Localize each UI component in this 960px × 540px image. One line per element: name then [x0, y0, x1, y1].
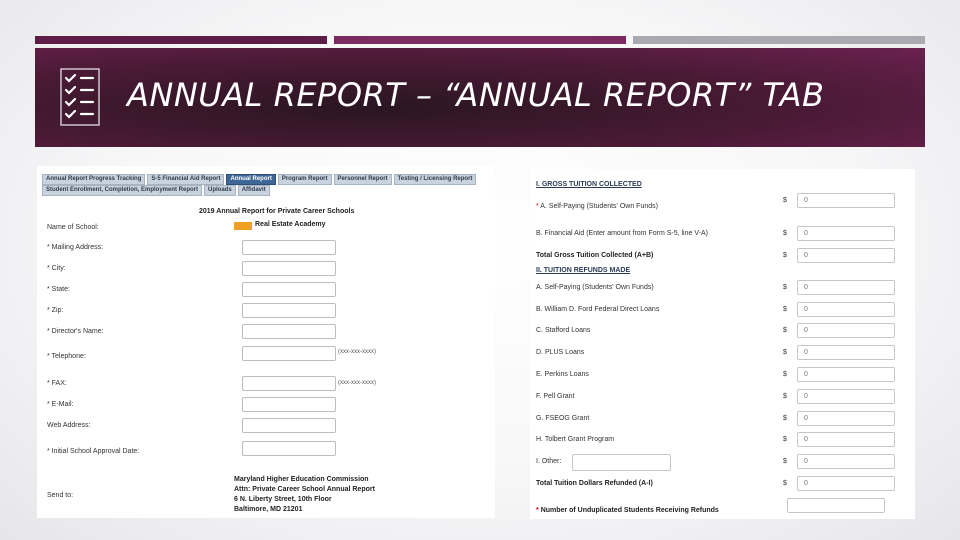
school-name-value: Real Estate Academy [255, 221, 326, 228]
tab-personnel-report[interactable]: Personnel Report [333, 174, 392, 185]
gross-self-paying-input[interactable]: 0 [797, 193, 895, 208]
send-to-label: Send to: [47, 492, 74, 499]
fax-format-hint: (xxx-xxx-xxxx) [338, 380, 376, 386]
gross-self-paying-label: * A. Self-Paying (Students' Own Funds) [536, 203, 658, 210]
telephone-label: * Telephone: [47, 353, 86, 360]
refund-plus-label: D. PLUS Loans [536, 349, 585, 356]
telephone-format-hint: (xxx-xxx-xxxx) [338, 349, 376, 355]
refund-pell-label: F. Pell Grant [536, 393, 575, 400]
address-line: Baltimore, MD 21201 [234, 506, 303, 513]
zip-input[interactable] [242, 303, 336, 318]
tuition-form-screenshot: I. GROSS TUITION COLLECTED * A. Self-Pay… [530, 169, 915, 519]
city-input[interactable] [242, 261, 336, 276]
currency-symbol: $ [783, 230, 787, 237]
email-input[interactable] [242, 397, 336, 412]
refund-other-label: I. Other: [536, 458, 562, 465]
tab-annual-report[interactable]: Annual Report [226, 174, 276, 185]
gross-self-paying-text: A. Self-Paying (Students' Own Funds) [540, 203, 658, 210]
web-address-input[interactable] [242, 418, 336, 433]
form-title: 2019 Annual Report for Private Career Sc… [199, 208, 355, 215]
refund-fseog-label: G. FSEOG Grant [536, 415, 590, 422]
tab-affidavit[interactable]: Affidavit [237, 185, 270, 196]
currency-symbol: $ [783, 480, 787, 487]
refund-perkins-input[interactable]: 0 [797, 367, 895, 382]
school-name-label: Name of School: [47, 224, 99, 231]
gross-total-input[interactable]: 0 [797, 248, 895, 263]
fax-label: * FAX: [47, 380, 67, 387]
gross-financial-aid-label: B. Financial Aid (Enter amount from Form… [536, 230, 708, 237]
approval-date-label: * Initial School Approval Date: [47, 448, 140, 455]
unduplicated-students-input[interactable] [787, 498, 885, 513]
tab-s5-financial-aid[interactable]: S-5 Financial Aid Report [147, 174, 225, 185]
telephone-input[interactable] [242, 346, 336, 361]
school-highlight-marker [234, 222, 252, 230]
currency-symbol: $ [783, 349, 787, 356]
currency-symbol: $ [783, 306, 787, 313]
currency-symbol: $ [783, 436, 787, 443]
mailing-address-input[interactable] [242, 240, 336, 255]
unduplicated-students-text: Number of Unduplicated Students Receivin… [540, 507, 719, 514]
refund-total-label: Total Tuition Dollars Refunded (A-I) [536, 480, 653, 487]
city-label: * City: [47, 265, 66, 272]
refund-self-paying-label: A. Self-Paying (Students' Own Funds) [536, 284, 654, 291]
tab-program-report[interactable]: Program Report [277, 174, 332, 185]
annual-report-form-screenshot: Annual Report Progress Tracking S-5 Fina… [37, 166, 495, 518]
director-name-label: * Director's Name: [47, 328, 104, 335]
address-line: Maryland Higher Education Commission [234, 476, 369, 483]
currency-symbol: $ [783, 327, 787, 334]
refund-ford-loans-input[interactable]: 0 [797, 302, 895, 317]
currency-symbol: $ [783, 371, 787, 378]
refund-fseog-input[interactable]: 0 [797, 411, 895, 426]
send-to-address: Maryland Higher Education Commission Att… [234, 475, 375, 515]
title-banner: ANNUAL REPORT – “ANNUAL REPORT” TAB [35, 48, 925, 147]
refund-self-paying-input[interactable]: 0 [797, 280, 895, 295]
refunds-section-heading: II. TUITION REFUNDS MADE [536, 267, 631, 274]
zip-label: * Zip: [47, 307, 64, 314]
refund-stafford-input[interactable]: 0 [797, 323, 895, 338]
address-line: 6 N. Liberty Street, 10th Floor [234, 496, 332, 503]
director-name-input[interactable] [242, 324, 336, 339]
refund-total-input[interactable]: 0 [797, 476, 895, 491]
state-input[interactable] [242, 282, 336, 297]
accent-bar-2 [334, 36, 626, 44]
currency-symbol: $ [783, 415, 787, 422]
refund-other-input[interactable]: 0 [797, 454, 895, 469]
refund-pell-input[interactable]: 0 [797, 389, 895, 404]
currency-symbol: $ [783, 458, 787, 465]
currency-symbol: $ [783, 284, 787, 291]
state-label: * State: [47, 286, 70, 293]
approval-date-input[interactable] [242, 441, 336, 456]
currency-symbol: $ [783, 393, 787, 400]
accent-bars [35, 36, 925, 44]
tab-testing-licensing[interactable]: Testing / Licensing Report [393, 174, 477, 185]
slide-title: ANNUAL REPORT – “ANNUAL REPORT” TAB [127, 76, 825, 114]
gross-total-label: Total Gross Tuition Collected (A+B) [536, 252, 654, 259]
tab-student-enrollment[interactable]: Student Enrollment, Completion, Employme… [42, 185, 203, 196]
refund-ford-loans-label: B. William D. Ford Federal Direct Loans [536, 306, 660, 313]
refund-perkins-label: E. Perkins Loans [536, 371, 589, 378]
gross-financial-aid-input[interactable]: 0 [797, 226, 895, 241]
refund-other-description-input[interactable] [572, 454, 671, 471]
web-address-label: Web Address: [47, 422, 91, 429]
email-label: * E-Mail: [47, 401, 74, 408]
refund-tolbert-input[interactable]: 0 [797, 432, 895, 447]
tab-progress-tracking[interactable]: Annual Report Progress Tracking [42, 174, 146, 185]
checklist-icon [60, 68, 100, 126]
tab-row-2: Student Enrollment, Completion, Employme… [42, 185, 270, 196]
refund-tolbert-label: H. Tolbert Grant Program [536, 436, 615, 443]
gross-tuition-section-heading: I. GROSS TUITION COLLECTED [536, 181, 642, 188]
unduplicated-students-label: * Number of Unduplicated Students Receiv… [536, 507, 719, 514]
address-line: Attn: Private Career School Annual Repor… [234, 486, 375, 493]
mailing-address-label: * Mailing Address: [47, 244, 104, 251]
fax-input[interactable] [242, 376, 336, 391]
accent-bar-1 [35, 36, 327, 44]
tab-row-1: Annual Report Progress Tracking S-5 Fina… [42, 174, 477, 185]
currency-symbol: $ [783, 197, 787, 204]
accent-bar-3 [633, 36, 925, 44]
tab-uploads[interactable]: Uploads [204, 185, 236, 196]
currency-symbol: $ [783, 252, 787, 259]
refund-stafford-label: C. Stafford Loans [536, 327, 591, 334]
refund-plus-input[interactable]: 0 [797, 345, 895, 360]
